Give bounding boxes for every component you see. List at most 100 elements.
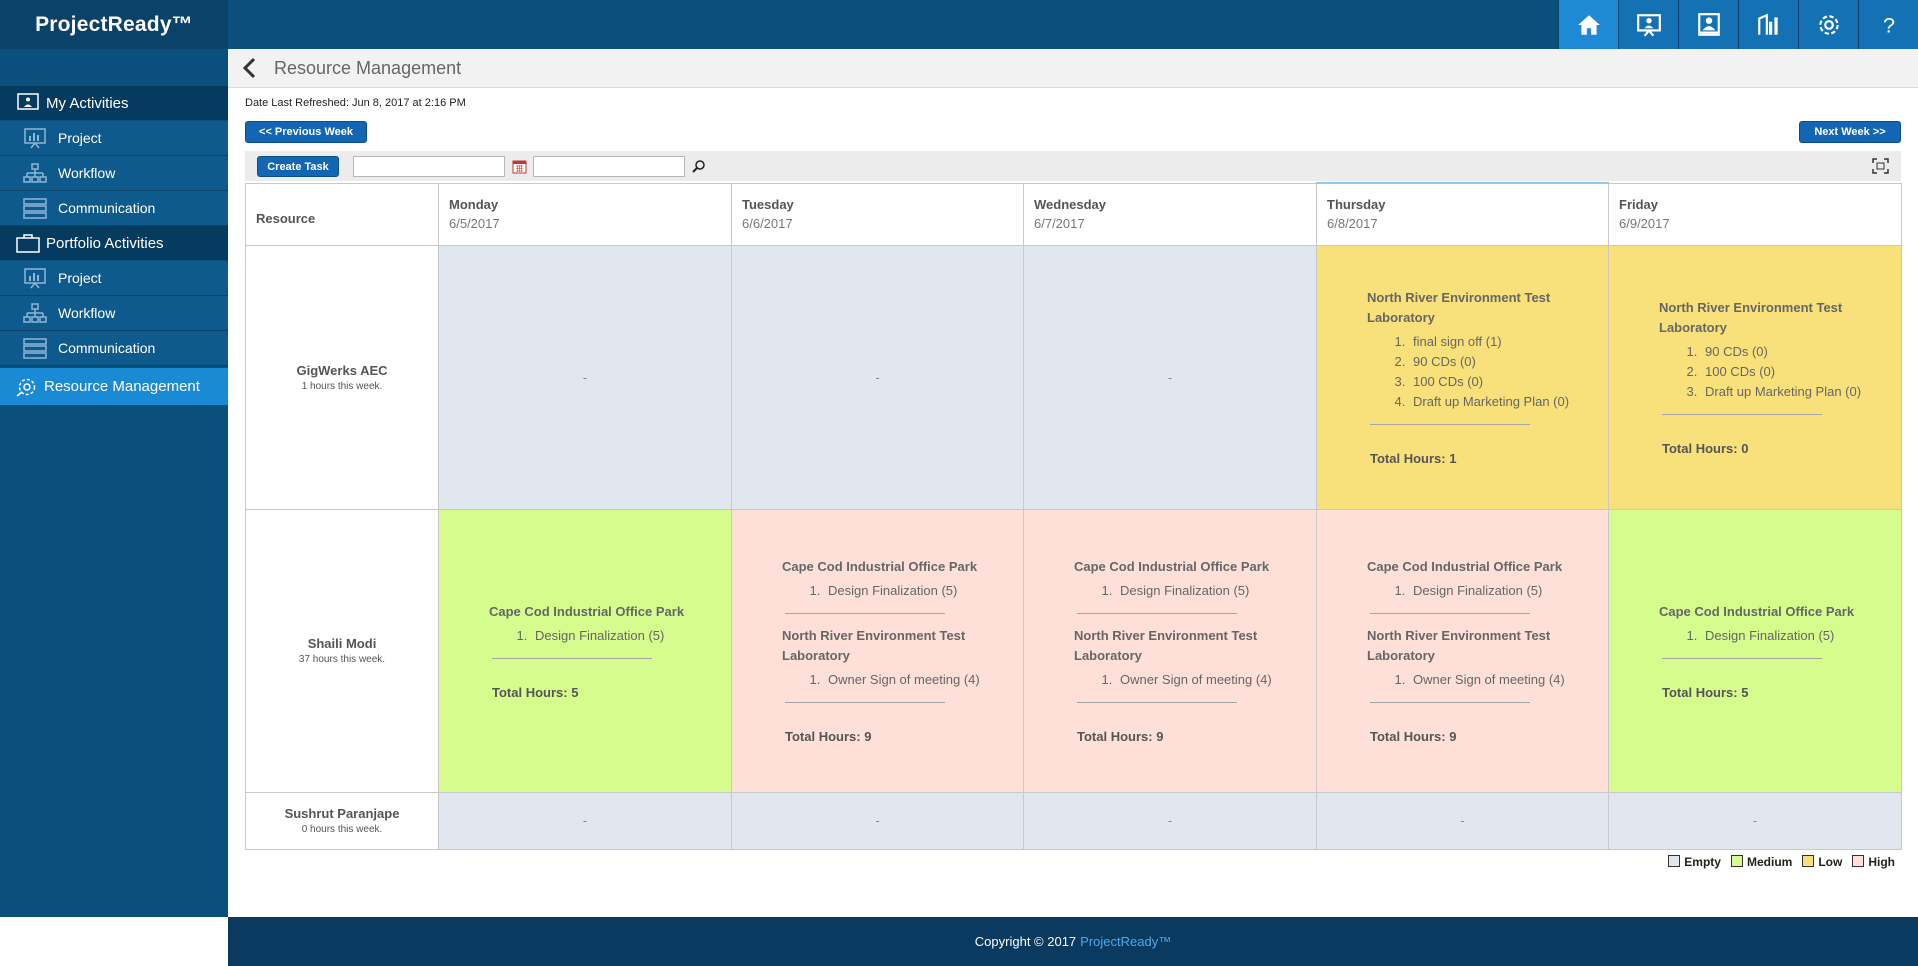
- task-item[interactable]: Owner Sign of meeting (4): [1409, 670, 1584, 690]
- footer-link[interactable]: ProjectReady™: [1080, 934, 1171, 949]
- project-name[interactable]: Cape Cod Industrial Office Park: [1074, 557, 1292, 577]
- task-item[interactable]: Design Finalization (5): [1409, 581, 1584, 601]
- presentation-icon: [17, 93, 39, 110]
- back-arrow-icon[interactable]: [240, 56, 260, 80]
- sidebar-item-label: Communication: [58, 340, 156, 356]
- fullscreen-icon[interactable]: [1872, 158, 1889, 174]
- settings-button[interactable]: [1798, 0, 1858, 49]
- task-item[interactable]: Design Finalization (5): [1116, 581, 1292, 601]
- project-name[interactable]: Cape Cod Industrial Office Park: [489, 602, 707, 622]
- svg-text:?: ?: [1882, 12, 1894, 37]
- project-name[interactable]: North River Environment Test Laboratory: [1659, 298, 1877, 338]
- sidebar-item-resource-management[interactable]: Resource Management: [0, 368, 228, 405]
- task-item[interactable]: Draft up Marketing Plan (0): [1701, 382, 1877, 402]
- main-content: Resource Management Date Last Refreshed:…: [228, 49, 1918, 917]
- sidebar-item-portfolio-workflow[interactable]: Workflow: [0, 296, 228, 331]
- legend-label: High: [1868, 855, 1895, 869]
- task-list: Owner Sign of meeting (4): [782, 670, 999, 690]
- project-name[interactable]: Cape Cod Industrial Office Park: [1659, 602, 1877, 622]
- sidebar-item-my-project[interactable]: Project: [0, 121, 228, 156]
- assignment-block: Cape Cod Industrial Office Park Design F…: [1317, 557, 1608, 744]
- legend-swatch: [1802, 855, 1815, 867]
- task-item[interactable]: Owner Sign of meeting (4): [1116, 670, 1292, 690]
- create-task-button[interactable]: Create Task: [257, 156, 339, 177]
- project-icon: [24, 128, 46, 149]
- day-cell-empty[interactable]: -: [438, 244, 732, 510]
- sidebar-item-portfolio-communication[interactable]: Communication: [0, 331, 228, 366]
- org-icon: [1697, 12, 1720, 36]
- day-cell-empty[interactable]: -: [731, 244, 1024, 510]
- table-row: Sushrut Paranjape 0 hours this week. - - …: [245, 791, 1902, 850]
- total-hours: Total Hours: 9: [785, 729, 872, 744]
- reports-button[interactable]: [1738, 0, 1798, 49]
- total-hours: Total Hours: 1: [1370, 451, 1457, 466]
- task-item[interactable]: Design Finalization (5): [824, 581, 999, 601]
- day-header-monday: Monday 6/5/2017: [438, 182, 732, 246]
- footer: Copyright © 2017 ProjectReady™: [228, 917, 1918, 966]
- date-input[interactable]: [353, 156, 505, 177]
- task-item[interactable]: Draft up Marketing Plan (0): [1409, 392, 1584, 412]
- sidebar-item-portfolio-project[interactable]: Project: [0, 261, 228, 296]
- project-block: Cape Cod Industrial Office Park Design F…: [489, 602, 707, 646]
- day-cell-low[interactable]: North River Environment Test Laboratory …: [1608, 244, 1902, 510]
- day-cell-high[interactable]: Cape Cod Industrial Office Park Design F…: [1023, 508, 1317, 793]
- day-cell-empty[interactable]: -: [1023, 244, 1317, 510]
- title-bar: Resource Management: [228, 49, 1918, 88]
- home-button[interactable]: [1558, 0, 1618, 49]
- portfolio-button[interactable]: [1678, 0, 1738, 49]
- day-cell-empty[interactable]: -: [1316, 791, 1609, 850]
- assignment-block: Cape Cod Industrial Office Park Design F…: [439, 602, 731, 700]
- day-cell-high[interactable]: Cape Cod Industrial Office Park Design F…: [1316, 508, 1609, 793]
- project-name[interactable]: North River Environment Test Laboratory: [1367, 288, 1584, 328]
- calendar-icon[interactable]: [512, 159, 527, 174]
- day-date: 6/9/2017: [1619, 216, 1670, 231]
- sidebar-section-label: Portfolio Activities: [46, 234, 164, 252]
- sidebar-section-label: My Activities: [46, 94, 129, 112]
- task-item[interactable]: Design Finalization (5): [531, 626, 707, 646]
- day-cell-empty[interactable]: -: [438, 791, 732, 850]
- top-nav: ?: [1558, 0, 1918, 49]
- project-block: Cape Cod Industrial Office Park Design F…: [1659, 602, 1877, 646]
- resource-cell[interactable]: Sushrut Paranjape 0 hours this week.: [245, 791, 439, 850]
- search-icon[interactable]: [691, 159, 706, 174]
- project-block: Cape Cod Industrial Office Park Design F…: [1074, 557, 1292, 601]
- sidebar-item-my-workflow[interactable]: Workflow: [0, 156, 228, 191]
- day-header-tuesday: Tuesday 6/6/2017: [731, 182, 1024, 246]
- resource-cell[interactable]: Shaili Modi 37 hours this week.: [245, 508, 439, 793]
- project-name[interactable]: Cape Cod Industrial Office Park: [1367, 557, 1584, 577]
- search-input[interactable]: [533, 156, 685, 177]
- task-item[interactable]: 100 CDs (0): [1409, 372, 1584, 392]
- task-item[interactable]: Owner Sign of meeting (4): [824, 670, 999, 690]
- sidebar-item-my-communication[interactable]: Communication: [0, 191, 228, 226]
- sidebar-section-portfolio-activities[interactable]: Portfolio Activities: [0, 226, 228, 261]
- day-cell-empty[interactable]: -: [731, 791, 1024, 850]
- task-item[interactable]: 90 CDs (0): [1409, 352, 1584, 372]
- project-name[interactable]: North River Environment Test Laboratory: [782, 626, 999, 666]
- task-item[interactable]: Design Finalization (5): [1701, 626, 1877, 646]
- day-cell-empty[interactable]: -: [1023, 791, 1317, 850]
- legend-item-low: Low: [1802, 855, 1842, 869]
- day-cell-high[interactable]: Cape Cod Industrial Office Park Design F…: [731, 508, 1024, 793]
- help-button[interactable]: ?: [1858, 0, 1918, 49]
- day-cell-low[interactable]: North River Environment Test Laboratory …: [1316, 244, 1609, 510]
- project-name[interactable]: North River Environment Test Laboratory: [1074, 626, 1292, 666]
- previous-week-button[interactable]: << Previous Week: [245, 121, 367, 143]
- day-date: 6/6/2017: [742, 216, 793, 231]
- sidebar: My Activities Project Workflow Communica…: [0, 49, 228, 917]
- day-cell-empty[interactable]: -: [1608, 791, 1902, 850]
- day-cell-medium[interactable]: Cape Cod Industrial Office Park Design F…: [438, 508, 732, 793]
- task-item[interactable]: final sign off (1): [1409, 332, 1584, 352]
- next-week-button[interactable]: Next Week >>: [1799, 121, 1901, 143]
- task-item[interactable]: 90 CDs (0): [1701, 342, 1877, 362]
- sidebar-section-my-activities[interactable]: My Activities: [0, 86, 228, 121]
- task-item[interactable]: 100 CDs (0): [1701, 362, 1877, 382]
- project-name[interactable]: Cape Cod Industrial Office Park: [782, 557, 999, 577]
- brand-logo[interactable]: ProjectReady™: [0, 0, 228, 49]
- day-header-wednesday: Wednesday 6/7/2017: [1023, 182, 1317, 246]
- my-activities-button[interactable]: [1618, 0, 1678, 49]
- resource-cell[interactable]: GigWerks AEC 1 hours this week.: [245, 244, 439, 510]
- day-cell-medium[interactable]: Cape Cod Industrial Office Park Design F…: [1608, 508, 1902, 793]
- project-name[interactable]: North River Environment Test Laboratory: [1367, 626, 1584, 666]
- reports-icon: [1757, 13, 1778, 35]
- day-name: Thursday: [1327, 197, 1386, 213]
